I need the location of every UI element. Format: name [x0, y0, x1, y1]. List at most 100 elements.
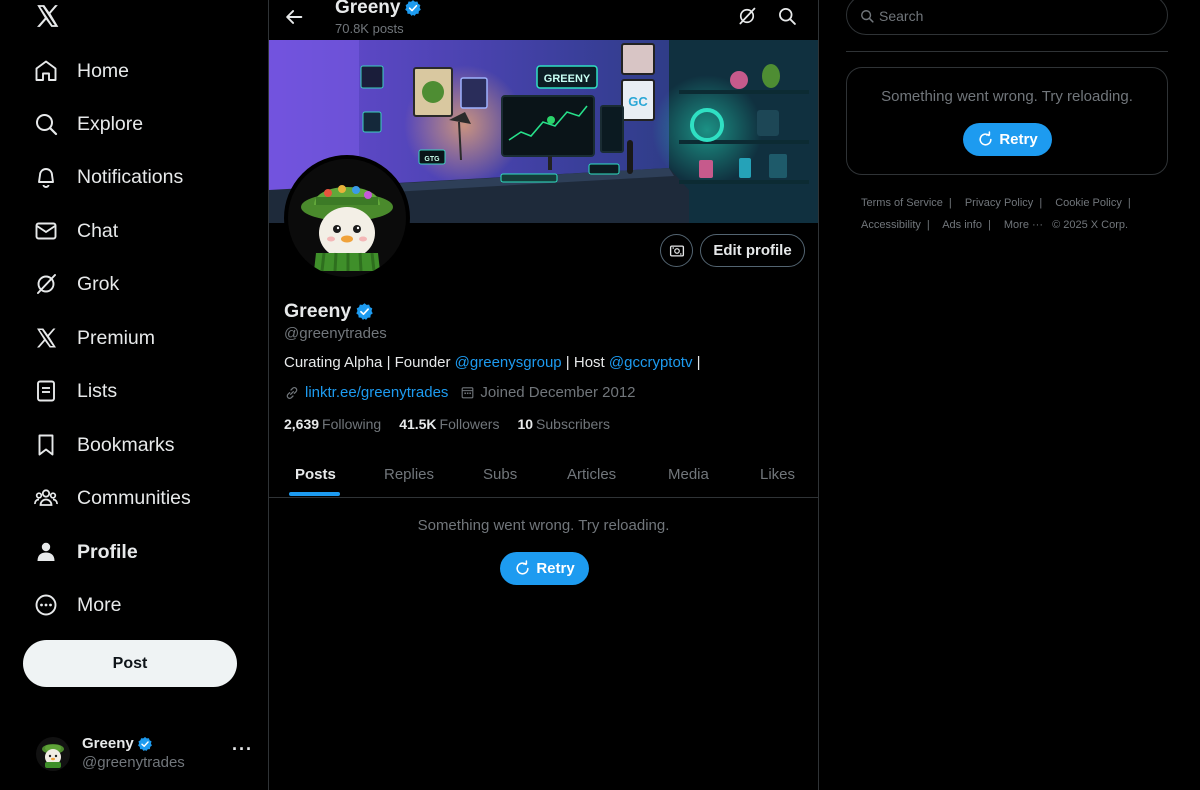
- account-more-icon[interactable]: ···: [232, 739, 253, 760]
- footer-separator: |: [1127, 197, 1131, 209]
- analytics-button[interactable]: [660, 234, 693, 267]
- right-retry-button[interactable]: Retry: [963, 123, 1052, 156]
- analytics-icon: [669, 244, 684, 257]
- profile-bio: Curating Alpha | Founder @greenysgroup |…: [284, 354, 701, 371]
- nav-profile-label: Profile: [77, 540, 138, 563]
- following-label: Following: [322, 416, 382, 432]
- header-post-count: 70.8K posts: [335, 21, 404, 36]
- active-tab-indicator: [289, 492, 340, 496]
- banner-small-sign: GTG: [424, 156, 440, 163]
- nav-grok-label: Grok: [77, 272, 120, 295]
- bio-text-2: | Host: [561, 354, 609, 371]
- nav-premium[interactable]: Premium: [34, 318, 155, 358]
- footer-terms[interactable]: Terms of Service: [861, 197, 943, 209]
- nav-home-label: Home: [77, 59, 130, 82]
- x-logo-icon: [37, 328, 56, 348]
- right-column-divider: [846, 51, 1168, 52]
- following-count: 2,639: [284, 416, 320, 432]
- footer-cookie[interactable]: Cookie Policy: [1055, 197, 1122, 209]
- footer-separator: |: [987, 219, 991, 231]
- grok-icon[interactable]: [737, 6, 757, 26]
- subscribers-count: 10: [517, 416, 534, 432]
- nav-home[interactable]: Home: [34, 51, 129, 91]
- right-error-message: Something went wrong. Try reloading.: [881, 88, 1133, 105]
- tab-subs[interactable]: Subs: [483, 450, 517, 498]
- nav-grok[interactable]: Grok: [34, 264, 119, 304]
- profile-tabs: Posts Replies Subs Articles Media Likes: [269, 450, 818, 498]
- nav-lists[interactable]: Lists: [34, 371, 117, 411]
- right-retry-label: Retry: [999, 131, 1038, 148]
- followers-count: 41.5K: [399, 416, 437, 432]
- followers-link[interactable]: 41.5K Followers: [399, 416, 499, 432]
- search-field[interactable]: [846, 0, 1168, 35]
- x-logo-icon[interactable]: [34, 3, 60, 29]
- nav-bookmarks[interactable]: Bookmarks: [34, 425, 175, 465]
- profile-header-bar: Greeny 70.8K posts: [269, 0, 818, 40]
- profile-name: Greeny: [284, 300, 374, 323]
- tab-replies[interactable]: Replies: [384, 450, 434, 498]
- nav-lists-label: Lists: [77, 379, 118, 402]
- nav-explore[interactable]: Explore: [34, 104, 143, 144]
- tab-articles[interactable]: Articles: [567, 450, 616, 498]
- banner-sign-text: GREENY: [544, 73, 591, 85]
- followers-label: Followers: [439, 416, 500, 432]
- bio-text-3: |: [692, 354, 701, 371]
- edit-profile-button[interactable]: Edit profile: [700, 234, 805, 267]
- avatar: [36, 737, 70, 771]
- footer-separator: |: [926, 219, 930, 231]
- nav-more-label: More: [77, 593, 122, 616]
- footer-privacy[interactable]: Privacy Policy: [965, 197, 1033, 209]
- bell-icon: [38, 168, 54, 188]
- people-icon: [34, 489, 58, 506]
- subscribers-link[interactable]: 10 Subscribers: [517, 416, 610, 432]
- nav-premium-label: Premium: [77, 326, 156, 349]
- subscribers-label: Subscribers: [536, 416, 610, 432]
- bio-mention-gccryptotv[interactable]: @gccryptotv: [609, 354, 693, 371]
- search-icon: [36, 114, 58, 136]
- bookmark-icon: [38, 434, 54, 456]
- nav-profile[interactable]: Profile: [34, 532, 138, 572]
- home-icon: [35, 60, 57, 81]
- search-input[interactable]: [877, 6, 1147, 26]
- avatar: [288, 159, 406, 277]
- post-button[interactable]: Post: [23, 640, 237, 687]
- footer-separator: |: [1039, 197, 1043, 209]
- nav-chat[interactable]: Chat: [34, 211, 118, 251]
- nav-communities[interactable]: Communities: [34, 478, 191, 518]
- nav-communities-label: Communities: [77, 486, 191, 509]
- profile-name-text: Greeny: [284, 300, 352, 322]
- footer-separator: |: [948, 197, 952, 209]
- nav-bookmarks-label: Bookmarks: [77, 433, 175, 456]
- following-link[interactable]: 2,639 Following: [284, 416, 381, 432]
- account-handle: @greenytrades: [82, 754, 185, 771]
- profile-joined-date: Joined December 2012: [480, 384, 636, 401]
- person-icon: [37, 542, 55, 561]
- nav-more[interactable]: More: [34, 585, 121, 625]
- tab-likes[interactable]: Likes: [760, 450, 795, 498]
- search-icon: [861, 10, 874, 23]
- account-name-text: Greeny: [82, 735, 134, 752]
- timeline-retry-label: Retry: [536, 560, 575, 577]
- back-arrow-icon[interactable]: [283, 6, 305, 28]
- profile-avatar[interactable]: [284, 155, 410, 281]
- footer-accessibility[interactable]: Accessibility: [861, 219, 921, 231]
- tab-posts[interactable]: Posts: [295, 450, 336, 498]
- profile-stats: 2,639 Following 41.5K Followers 10 Subscrib…: [284, 416, 610, 432]
- verified-badge-icon[interactable]: [355, 302, 374, 321]
- profile-handle: @greenytrades: [284, 325, 387, 342]
- bio-mention-greenysgroup[interactable]: @greenysgroup: [455, 354, 562, 371]
- link-icon: [286, 386, 298, 399]
- nav-notifications[interactable]: Notifications: [34, 157, 183, 197]
- nav-chat-label: Chat: [77, 219, 119, 242]
- profile-website-link[interactable]: linktr.ee/greenytrades: [305, 384, 448, 401]
- footer-ads-info[interactable]: Ads info: [942, 219, 982, 231]
- grok-icon: [37, 274, 56, 294]
- footer-more[interactable]: More ···: [1004, 219, 1043, 231]
- tab-media[interactable]: Media: [668, 450, 709, 498]
- header-name-text: Greeny: [335, 0, 401, 18]
- account-switcher[interactable]: Greeny @greenytrades ···: [36, 733, 256, 775]
- refresh-icon: [516, 560, 529, 575]
- timeline-retry-button[interactable]: Retry: [500, 552, 589, 585]
- verified-badge-icon: [137, 736, 152, 751]
- search-icon[interactable]: [777, 6, 797, 26]
